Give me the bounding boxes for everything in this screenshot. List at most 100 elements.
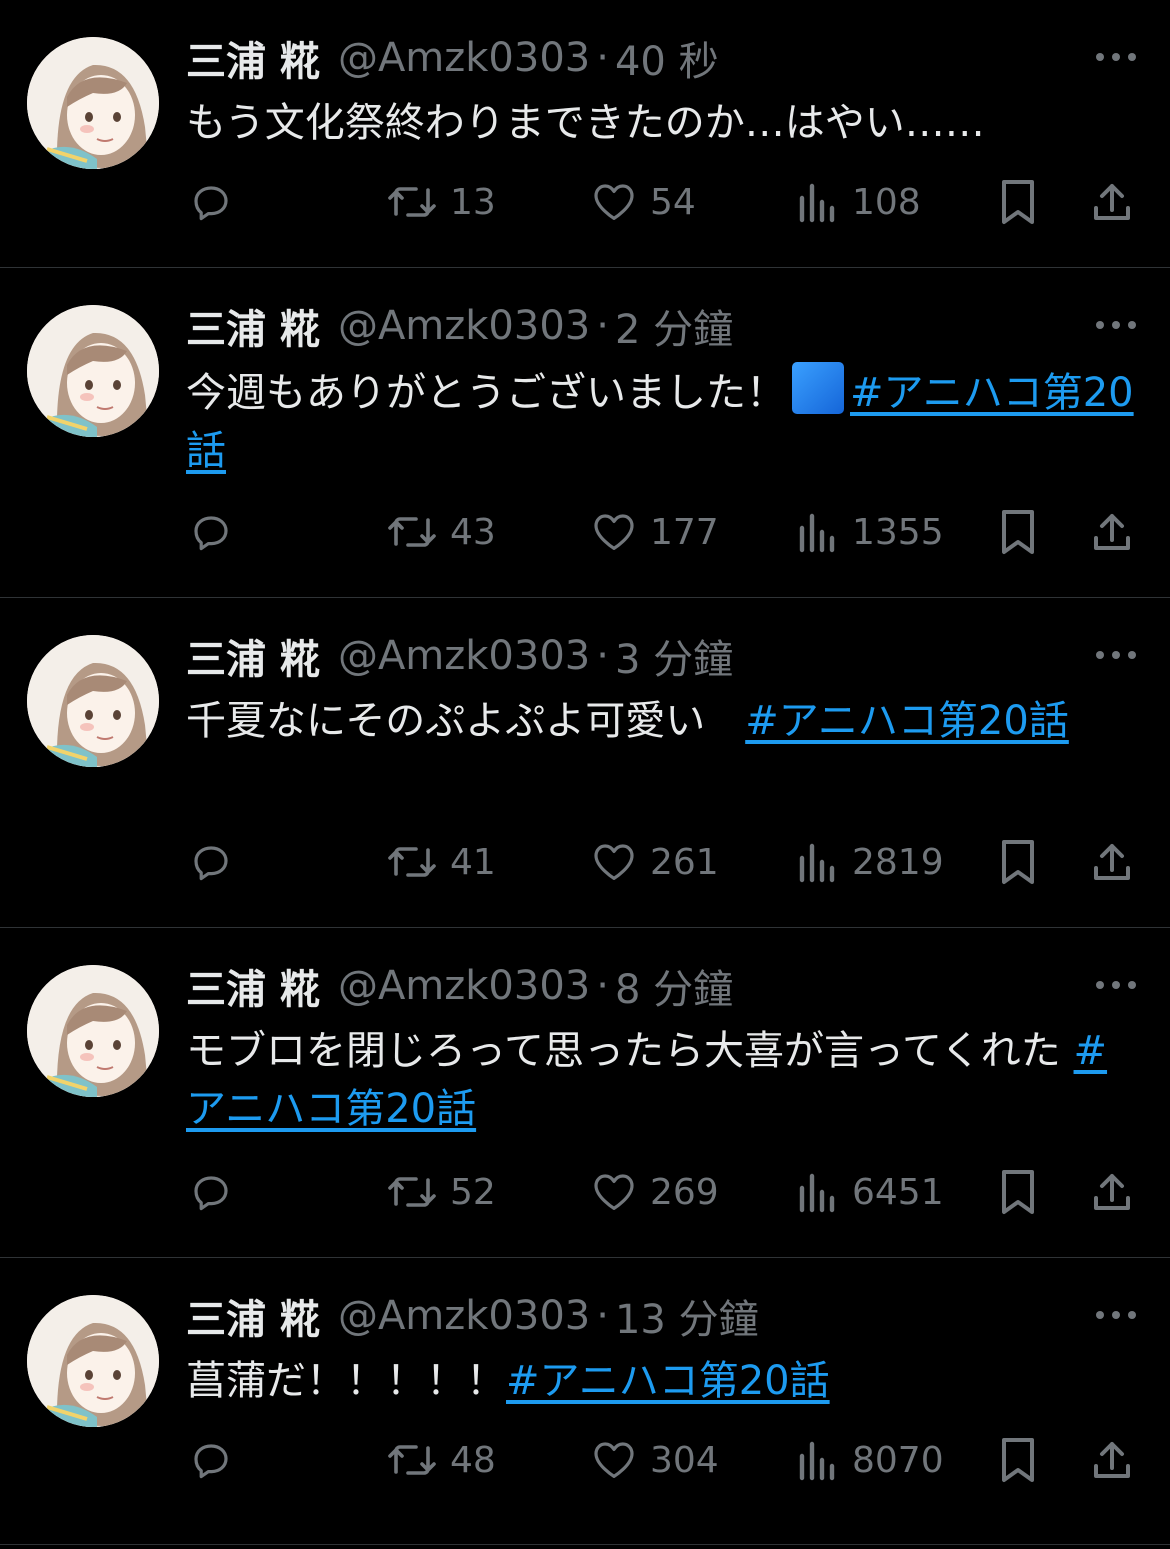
avatar-illustration bbox=[27, 965, 159, 1097]
tweet-header: 三浦 糀 @Amzk0303 · 3 分鐘 bbox=[186, 628, 733, 684]
timestamp[interactable]: 13 分鐘 bbox=[615, 1287, 759, 1345]
tweet[interactable]: 三浦 糀 @Amzk0303 · 8 分鐘 モブロを閉じろって思ったら大喜が言っ… bbox=[0, 928, 1170, 1258]
bookmark-icon bbox=[1002, 1170, 1034, 1214]
retweet-button[interactable]: 13 bbox=[386, 174, 496, 230]
bookmark-button[interactable] bbox=[996, 1164, 1040, 1220]
user-handle[interactable]: @Amzk0303 bbox=[338, 963, 590, 1009]
bookmark-button[interactable] bbox=[996, 504, 1040, 560]
display-name[interactable]: 三浦 糀 bbox=[186, 297, 320, 355]
retweet-count: 41 bbox=[450, 841, 496, 883]
retweet-button[interactable]: 52 bbox=[386, 1164, 496, 1220]
view-count: 108 bbox=[852, 181, 921, 223]
avatar[interactable] bbox=[27, 1295, 159, 1427]
action-bar: 48 304 8070 bbox=[0, 1432, 1170, 1488]
hashtag-link[interactable]: #アニハコ第20話 bbox=[506, 1358, 830, 1404]
bookmark-button[interactable] bbox=[996, 174, 1040, 230]
display-name[interactable]: 三浦 糀 bbox=[186, 627, 320, 685]
bookmark-button[interactable] bbox=[996, 1432, 1040, 1488]
reply-icon bbox=[194, 1176, 228, 1211]
timestamp[interactable]: 40 秒 bbox=[615, 29, 719, 87]
share-button[interactable] bbox=[1088, 1164, 1136, 1220]
bookmark-button[interactable] bbox=[996, 834, 1040, 890]
tweet[interactable]: 三浦 糀 @Amzk0303 · 13 分鐘 菖蒲だ！！！！！#アニハコ第20話… bbox=[0, 1258, 1170, 1545]
avatar-illustration bbox=[27, 635, 159, 767]
bookmark-icon bbox=[1002, 840, 1034, 884]
view-count: 2819 bbox=[852, 841, 944, 883]
more-options-icon[interactable] bbox=[1094, 42, 1138, 72]
like-count: 269 bbox=[650, 1171, 719, 1213]
avatar[interactable] bbox=[27, 37, 159, 169]
share-button[interactable] bbox=[1088, 1432, 1136, 1488]
user-handle[interactable]: @Amzk0303 bbox=[338, 303, 590, 349]
view-count: 1355 bbox=[852, 511, 944, 553]
views-button[interactable]: 6451 bbox=[796, 1164, 944, 1220]
share-button[interactable] bbox=[1088, 834, 1136, 890]
more-options-icon[interactable] bbox=[1094, 1300, 1138, 1330]
like-count: 304 bbox=[650, 1439, 719, 1481]
share-button[interactable] bbox=[1088, 174, 1136, 230]
reply-button[interactable] bbox=[186, 1432, 246, 1488]
tweet[interactable]: 三浦 糀 @Amzk0303 · 2 分鐘 今週もありがとうございました！ #アニ… bbox=[0, 268, 1170, 598]
timestamp[interactable]: 2 分鐘 bbox=[615, 297, 733, 355]
separator-dot: · bbox=[596, 633, 609, 679]
views-button[interactable]: 108 bbox=[796, 174, 921, 230]
retweet-button[interactable]: 41 bbox=[386, 834, 496, 890]
views-button[interactable]: 1355 bbox=[796, 504, 944, 560]
display-name[interactable]: 三浦 糀 bbox=[186, 1287, 320, 1345]
action-bar: 43 177 1355 bbox=[0, 504, 1170, 560]
retweet-count: 52 bbox=[450, 1171, 496, 1213]
hashtag-link[interactable]: #アニハコ第20話 bbox=[745, 698, 1069, 744]
view-count: 8070 bbox=[852, 1439, 944, 1481]
reply-button[interactable] bbox=[186, 174, 246, 230]
more-options-icon[interactable] bbox=[1094, 310, 1138, 340]
reply-icon bbox=[194, 1444, 228, 1479]
tweet-body: もう文化祭終わりまできたのか…はやい…… bbox=[186, 100, 985, 146]
display-name[interactable]: 三浦 糀 bbox=[186, 29, 320, 87]
like-button[interactable]: 177 bbox=[590, 504, 719, 560]
tweet[interactable]: 三浦 糀 @Amzk0303 · 40 秒 もう文化祭終わりまできたのか…はやい… bbox=[0, 0, 1170, 268]
more-options-icon[interactable] bbox=[1094, 640, 1138, 670]
like-button[interactable]: 269 bbox=[590, 1164, 719, 1220]
bookmark-icon bbox=[1002, 510, 1034, 554]
reply-button[interactable] bbox=[186, 504, 246, 560]
action-bar: 52 269 6451 bbox=[0, 1164, 1170, 1220]
display-name[interactable]: 三浦 糀 bbox=[186, 957, 320, 1015]
retweet-button[interactable]: 43 bbox=[386, 504, 496, 560]
reply-button[interactable] bbox=[186, 834, 246, 890]
view-count: 6451 bbox=[852, 1171, 944, 1213]
timestamp[interactable]: 3 分鐘 bbox=[615, 627, 733, 685]
tweet-text: もう文化祭終わりまできたのか…はやい…… bbox=[186, 94, 1146, 152]
bookmark-icon bbox=[1002, 180, 1034, 224]
share-icon bbox=[1094, 1174, 1130, 1210]
reply-icon bbox=[194, 186, 228, 221]
tweet-text: モブロを閉じろって思ったら大喜が言ってくれた #アニハコ第20話 bbox=[186, 1022, 1146, 1138]
user-handle[interactable]: @Amzk0303 bbox=[338, 1293, 590, 1339]
views-button[interactable]: 2819 bbox=[796, 834, 944, 890]
heart-icon bbox=[594, 1174, 634, 1210]
views-button[interactable]: 8070 bbox=[796, 1432, 944, 1488]
user-handle[interactable]: @Amzk0303 bbox=[338, 35, 590, 81]
share-button[interactable] bbox=[1088, 504, 1136, 560]
retweet-button[interactable]: 48 bbox=[386, 1432, 496, 1488]
share-icon bbox=[1094, 514, 1130, 550]
avatar[interactable] bbox=[27, 305, 159, 437]
action-bar: 13 54 108 bbox=[0, 174, 1170, 230]
like-button[interactable]: 304 bbox=[590, 1432, 719, 1488]
user-handle[interactable]: @Amzk0303 bbox=[338, 633, 590, 679]
avatar[interactable] bbox=[27, 965, 159, 1097]
heart-icon bbox=[594, 184, 634, 220]
timestamp[interactable]: 8 分鐘 bbox=[615, 957, 733, 1015]
action-bar: 41 261 2819 bbox=[0, 834, 1170, 890]
share-icon bbox=[1094, 844, 1130, 880]
retweet-icon bbox=[388, 187, 436, 217]
tweet[interactable]: 三浦 糀 @Amzk0303 · 3 分鐘 千夏なにそのぷよぷよ可愛い #アニハ… bbox=[0, 598, 1170, 928]
blue-square-emoji bbox=[792, 362, 844, 414]
avatar[interactable] bbox=[27, 635, 159, 767]
separator-dot: · bbox=[596, 963, 609, 1009]
retweet-count: 43 bbox=[450, 511, 496, 553]
reply-button[interactable] bbox=[186, 1164, 246, 1220]
like-count: 261 bbox=[650, 841, 719, 883]
more-options-icon[interactable] bbox=[1094, 970, 1138, 1000]
like-button[interactable]: 54 bbox=[590, 174, 696, 230]
like-button[interactable]: 261 bbox=[590, 834, 719, 890]
